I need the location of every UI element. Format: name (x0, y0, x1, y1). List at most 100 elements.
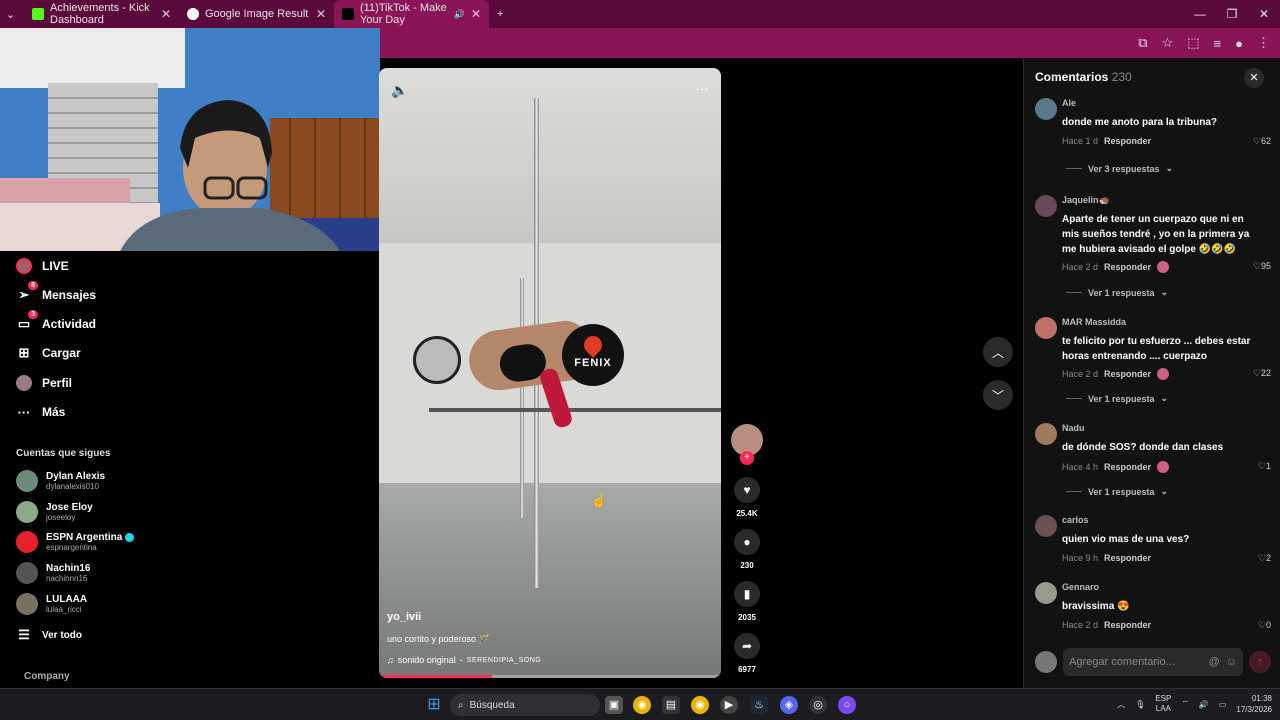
wifi-icon[interactable]: ⌔ (1181, 699, 1189, 709)
profile-avatar-icon[interactable]: ● (1235, 36, 1243, 51)
steam-icon[interactable]: ♨ (750, 696, 768, 714)
view-replies-button[interactable]: Ver 3 respuestas ⌄ (1066, 163, 1173, 174)
chrome-icon[interactable]: ◉ (633, 696, 651, 714)
close-tab-icon[interactable]: ✕ (316, 7, 326, 21)
comment-user[interactable]: Jaquelin🦔 (1062, 195, 1110, 206)
reply-button[interactable]: Responder (1104, 369, 1151, 379)
obs-icon[interactable]: ◎ (809, 696, 827, 714)
microphone-icon[interactable]: 🎙 (1135, 700, 1145, 709)
windows-start-icon[interactable]: ⊞ (425, 696, 443, 714)
video-username[interactable]: yo_ivii (387, 611, 421, 623)
chevron-up-icon[interactable]: ︿ (1117, 699, 1125, 710)
audio-playing-icon[interactable]: 🔊 (454, 9, 465, 20)
tab-search-dropdown[interactable]: ⌄ (0, 0, 24, 28)
sidebar-item-messages[interactable]: ➢ 8 Mensajes (16, 281, 96, 303)
comment-user[interactable]: Gennaro (1062, 582, 1099, 592)
sidebar-item-upload[interactable]: ⊞ Cargar (16, 345, 81, 361)
video-progress-bar[interactable] (379, 675, 721, 678)
sidebar-item-more[interactable]: ··· Más (16, 404, 66, 420)
view-replies-button[interactable]: Ver 1 respuesta ⌄ (1066, 393, 1168, 404)
view-replies-button[interactable]: Ver 1 respuesta ⌄ (1066, 287, 1168, 298)
speaker-icon[interactable]: 🔊 (1199, 700, 1209, 709)
video-player[interactable]: FENIX 🔈 ··· yo_ivii uno cortito y podero… (379, 68, 721, 678)
video-sound[interactable]: ♫ sonido original - SERENDIPIA_SONG (387, 655, 541, 665)
browser-menu-icon[interactable]: ⋮ (1257, 35, 1270, 51)
app-icon[interactable]: ▤ (662, 696, 680, 714)
save-button[interactable]: ▮ 2035 (731, 581, 763, 622)
sidebar-item-activity[interactable]: ▭ 3 Actividad (16, 310, 97, 332)
previous-video-button[interactable]: ︿ (983, 337, 1013, 367)
reply-button[interactable]: Responder (1104, 136, 1151, 146)
new-tab-button[interactable]: + (489, 0, 519, 28)
language-indicator[interactable]: ESP LAA (1155, 694, 1171, 714)
comment-like-button[interactable]: ♡62 (1253, 136, 1271, 147)
close-icon[interactable]: ✕ (1244, 68, 1264, 88)
account-handle: dylanalexis010 (46, 482, 99, 491)
install-app-icon[interactable]: ⧉ (1138, 35, 1147, 51)
view-replies-button[interactable]: Ver 1 respuesta ⌄ (1066, 486, 1168, 497)
comment-like-button[interactable]: ♡22 (1253, 368, 1271, 379)
comment-like-button[interactable]: ♡95 (1253, 261, 1271, 272)
clock[interactable]: 01:38 17/3/2026 (1236, 693, 1272, 715)
app-circle-icon[interactable]: ○ (838, 696, 856, 714)
avatar[interactable] (1035, 582, 1057, 604)
chrome-active-icon[interactable]: ◉ (691, 696, 709, 714)
close-tab-icon[interactable]: ✕ (161, 7, 171, 21)
bookmark-star-icon[interactable]: ☆ (1162, 35, 1174, 51)
comment-button[interactable]: ● 230 (731, 529, 763, 570)
task-view-icon[interactable]: ▣ (605, 696, 623, 714)
followed-account[interactable]: LULAAA lulaa_ricci (16, 593, 87, 615)
send-icon[interactable]: ↑ (1249, 651, 1271, 673)
comment-user[interactable]: MAR Massidda (1062, 317, 1126, 327)
reply-button[interactable]: Responder (1104, 553, 1151, 563)
volume-icon[interactable]: 🔈 (391, 82, 408, 99)
followed-account[interactable]: ESPN Argentina espnargentina (16, 531, 135, 553)
comment-user[interactable]: Nadu (1062, 423, 1085, 433)
comment-like-button[interactable]: ♡1 (1258, 461, 1271, 472)
sidebar-item-label: Actividad (42, 317, 97, 331)
minimize-icon[interactable]: — (1184, 0, 1216, 28)
avatar[interactable] (1035, 515, 1057, 537)
discord-icon[interactable]: ◈ (780, 696, 798, 714)
close-tab-icon[interactable]: ✕ (471, 7, 481, 21)
comment-like-button[interactable]: ♡0 (1258, 620, 1271, 631)
avatar[interactable] (1035, 195, 1057, 217)
browser-tab-tiktok[interactable]: (11)TikTok - Make Your Day 🔊 ✕ (334, 0, 489, 28)
emoji-icon[interactable]: ☺ (1226, 656, 1237, 668)
follow-plus-icon[interactable]: + (740, 451, 754, 465)
reply-button[interactable]: Responder (1104, 262, 1151, 272)
media-control-icon[interactable]: ≡ (1214, 36, 1222, 51)
sidebar-item-profile[interactable]: Perfil (16, 375, 72, 391)
close-window-icon[interactable]: ✕ (1248, 0, 1280, 28)
avatar[interactable] (1035, 98, 1057, 120)
avatar[interactable] (1035, 317, 1057, 339)
browser-tab-kick[interactable]: Achievements - Kick Dashboard ✕ (24, 0, 179, 28)
followed-account[interactable]: Dylan Alexis dylanalexis010 (16, 470, 105, 492)
comment-user[interactable]: carlos (1062, 515, 1089, 525)
taskbar-search[interactable]: ⌕ Búsqueda (450, 694, 600, 716)
comment-input[interactable]: Agregar comentario... @ ☺ (1063, 648, 1243, 676)
mention-icon[interactable]: @ (1209, 656, 1220, 668)
sidebar-item-live[interactable]: LIVE (16, 258, 69, 274)
company-link[interactable]: Company (24, 671, 70, 682)
reply-button[interactable]: Responder (1104, 620, 1151, 630)
more-options-icon[interactable]: ··· (695, 80, 709, 96)
maximize-icon[interactable]: ❐ (1216, 0, 1248, 28)
extensions-icon[interactable]: ⬚ (1187, 35, 1199, 51)
comment-user[interactable]: Ale (1062, 98, 1076, 108)
reply-button[interactable]: Responder (1104, 462, 1151, 472)
battery-icon[interactable]: ▭ (1219, 700, 1227, 709)
like-button[interactable]: ♥ 25.4K (731, 477, 763, 518)
comment-text: te felicito por tu esfuerzo ... debes es… (1062, 336, 1251, 362)
avatar[interactable] (1035, 423, 1057, 445)
browser-tab-google[interactable]: Google Image Result ✕ (179, 0, 334, 28)
next-video-button[interactable]: ﹀ (983, 380, 1013, 410)
media-player-icon[interactable]: ▶ (720, 696, 738, 714)
see-all-link[interactable]: ☰ Ver todo (16, 627, 82, 643)
comment-like-button[interactable]: ♡2 (1258, 553, 1271, 564)
creator-avatar-button[interactable]: + (731, 424, 763, 465)
share-button[interactable]: ➦ 6977 (731, 633, 763, 674)
followed-account[interactable]: Jose Eloy joseeloy (16, 501, 93, 523)
account-name: LULAAA (46, 594, 88, 605)
followed-account[interactable]: Nachin16 nachinnn16 (16, 562, 90, 584)
